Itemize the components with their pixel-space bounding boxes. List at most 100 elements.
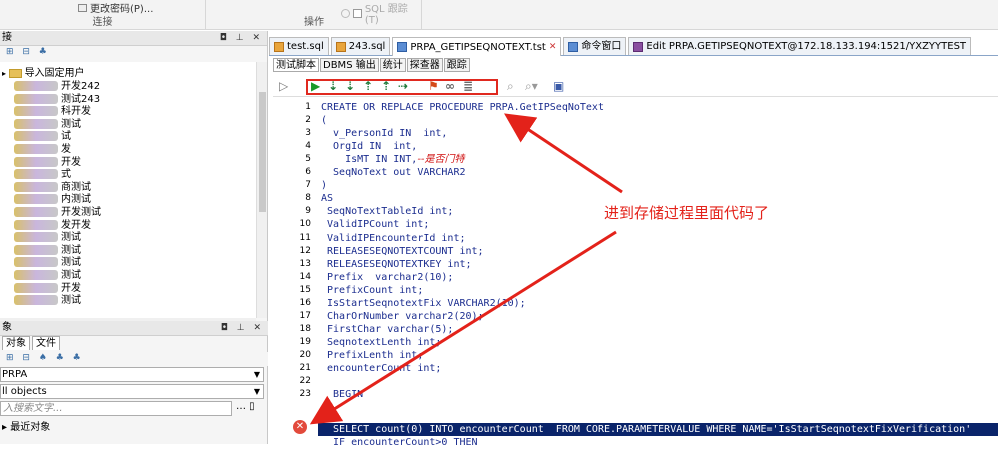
connections-toolbar[interactable]: ⊞ ⊟ ♣ bbox=[0, 46, 267, 60]
code-line[interactable]: PrefixCount int; bbox=[321, 284, 423, 297]
code-line[interactable]: AS bbox=[321, 192, 333, 205]
object-toolbar[interactable]: ⊞ ⊟ ♠ ♣ ♣ bbox=[0, 352, 268, 366]
code-line[interactable]: ValidIPCount int; bbox=[321, 218, 429, 231]
tab-test-sql[interactable]: test.sql bbox=[269, 37, 329, 55]
code-line[interactable]: CharOrNumber varchar2(20); bbox=[321, 310, 484, 323]
tree-item-label: 式 bbox=[61, 169, 71, 181]
tree-item-label: 测试 bbox=[61, 270, 81, 281]
code-line[interactable]: ( bbox=[321, 114, 327, 127]
subtab-profiler[interactable]: 探查器 bbox=[406, 58, 443, 72]
tree-item-label: 开发 bbox=[61, 156, 81, 168]
code-line[interactable]: ) bbox=[321, 179, 327, 192]
tree-item-label: 内测试 bbox=[61, 194, 91, 206]
code-text: FirstChar varchar(5); bbox=[321, 323, 454, 335]
save-icon[interactable]: ▣ bbox=[553, 80, 564, 92]
error-marker-icon[interactable]: ✕ bbox=[293, 420, 307, 434]
tree-item[interactable]: 发开发 bbox=[14, 219, 91, 232]
dropdown-arrow-icon: ▼ bbox=[253, 387, 260, 396]
tree-root[interactable]: ▸ 导入固定用户 bbox=[2, 68, 85, 80]
tree-item[interactable]: 试 bbox=[14, 131, 71, 143]
tab-243-sql[interactable]: 243.sql bbox=[330, 37, 391, 55]
tab-objects[interactable]: 对象 bbox=[2, 336, 30, 350]
code-line[interactable]: ValidIPEncounterId int; bbox=[321, 232, 465, 245]
subtab-statistics[interactable]: 统计 bbox=[379, 58, 406, 72]
line-number-gutter: 1 2 3 4 5 6 7 8 9 10 11 12 13 14 15 16 17 18 19 20 21 22 23 ✕ bbox=[273, 99, 317, 444]
search-input[interactable]: 入搜索文字... bbox=[0, 401, 232, 416]
toggle-breakpoint-icon[interactable]: ⚑ bbox=[428, 80, 439, 92]
line-number: 6 bbox=[305, 167, 311, 178]
code-text: encounterCount int; bbox=[321, 363, 442, 374]
start-debug-icon[interactable]: ▶ bbox=[311, 80, 320, 92]
code-line[interactable]: encounterCount int; bbox=[321, 362, 441, 375]
tree-item[interactable]: 测试243 bbox=[14, 93, 100, 106]
object-filter-select[interactable]: ll objects ▼ bbox=[0, 384, 264, 399]
more-icon[interactable]: … ▯ bbox=[236, 401, 255, 416]
tab-edit-procedure[interactable]: Edit PRPA.GETIPSEQNOTEXT@172.18.133.194:… bbox=[628, 37, 972, 55]
code-line[interactable]: SeqnotextLenth int; bbox=[321, 336, 441, 349]
tab-command-window[interactable]: 命令窗口 bbox=[563, 37, 627, 55]
code-line[interactable]: SeqNoTextTableId int; bbox=[321, 205, 453, 218]
tree-item[interactable]: 测试 bbox=[14, 118, 81, 131]
code-line[interactable]: RELEASESEQNOTEXTKEY int; bbox=[321, 258, 472, 271]
tree-item[interactable]: 商测试 bbox=[14, 181, 91, 194]
schema-select[interactable]: PRPA ▼ bbox=[0, 367, 264, 382]
step-out-icon[interactable]: ⇡ bbox=[381, 80, 391, 92]
cursor-icon[interactable]: ▷ bbox=[279, 80, 288, 92]
code-editor[interactable]: CREATE OR REPLACE PROCEDURE PRPA.GetIPSe… bbox=[318, 99, 998, 448]
find-icon[interactable]: ⌕ bbox=[507, 80, 514, 92]
code-line[interactable]: IsStartSeqnotextFix VARCHAR2(10); bbox=[321, 297, 526, 310]
step-over-icon[interactable]: ⇡ bbox=[363, 80, 373, 92]
tab-files[interactable]: 文件 bbox=[32, 336, 60, 350]
code-line[interactable]: SeqNoText out VARCHAR2 bbox=[321, 166, 465, 179]
code-line[interactable]: OrgId IN int, bbox=[321, 140, 417, 153]
code-line[interactable]: IF encounterCount>0 THEN bbox=[321, 436, 478, 449]
tree-item[interactable]: 发 bbox=[14, 144, 71, 156]
tree-item[interactable]: 测试 bbox=[14, 257, 81, 269]
object-panel-title: 象 ◘ ⊥ ✕ bbox=[0, 321, 268, 336]
tree-item[interactable]: 测试 bbox=[14, 270, 81, 282]
panel-pin-close-icons[interactable]: ◘ ⊥ ✕ bbox=[221, 321, 264, 335]
tree-item[interactable]: 开发测试 bbox=[14, 207, 101, 219]
panel-pin-close-icons[interactable]: ◘ ⊥ ✕ bbox=[220, 31, 263, 45]
code-line[interactable]: IsMT IN INT,--是否门特 bbox=[321, 153, 465, 166]
current-statement-line[interactable]: SELECT count(0) INTO encounterCount FROM… bbox=[318, 423, 998, 436]
zoom-icon[interactable]: ⌕▾ bbox=[525, 80, 538, 92]
tree-item[interactable]: 测试 bbox=[14, 244, 81, 257]
tree-item[interactable]: 测试 bbox=[14, 232, 81, 244]
blurred-connection-icon bbox=[14, 270, 58, 280]
code-line[interactable]: CREATE OR REPLACE PROCEDURE PRPA.GetIPSe… bbox=[321, 101, 604, 114]
tree-item[interactable]: 开发 bbox=[14, 282, 81, 295]
close-icon[interactable]: ✕ bbox=[549, 39, 557, 56]
watch-icon[interactable]: ∞ bbox=[445, 80, 455, 92]
tree-item[interactable]: 开发242 bbox=[14, 81, 100, 93]
subtab-trace[interactable]: 跟踪 bbox=[443, 58, 470, 72]
blurred-connection-icon bbox=[14, 219, 58, 230]
recent-objects-node[interactable]: ▸ 最近对象 bbox=[0, 418, 268, 433]
blurred-connection-icon bbox=[14, 118, 58, 129]
tree-scrollbar[interactable] bbox=[256, 62, 267, 318]
tab-test-script[interactable]: PRPA_GETIPSEQNOTEXT.tst ✕ bbox=[392, 37, 562, 56]
subtab-dbms-output[interactable]: DBMS 输出 bbox=[320, 58, 379, 72]
tree-item-label: 开发测试 bbox=[61, 207, 101, 218]
tree-item[interactable]: 测试 bbox=[14, 295, 81, 307]
subtab-test-script[interactable]: 测试脚本 bbox=[273, 58, 319, 72]
code-line[interactable]: BEGIN bbox=[321, 388, 363, 401]
tree-item[interactable]: 式 bbox=[14, 169, 71, 181]
run-icon[interactable]: ⇣ bbox=[328, 80, 338, 92]
run-to-exception-icon[interactable]: ⇢ bbox=[398, 80, 408, 92]
list-icon[interactable]: ≣ bbox=[463, 80, 473, 92]
code-line[interactable]: RELEASESEQNOTEXTCOUNT int; bbox=[321, 245, 484, 258]
connection-tree[interactable]: ▸ 导入固定用户 开发242 测试243 科开发 测试试发开发式商测试 内测试 开发测试发… bbox=[0, 62, 256, 318]
code-line[interactable]: Prefix varchar2(10); bbox=[321, 271, 453, 284]
line-number: 7 bbox=[305, 180, 311, 191]
tree-item[interactable]: 科开发 bbox=[14, 106, 91, 118]
line-number: 14 bbox=[299, 271, 311, 282]
tree-item[interactable]: 内测试 bbox=[14, 194, 91, 206]
code-line[interactable]: PrefixLenth int; bbox=[321, 349, 423, 362]
step-into-icon[interactable]: ⇣ bbox=[345, 80, 355, 92]
code-line[interactable]: FirstChar varchar(5); bbox=[321, 323, 453, 336]
code-comment: --是否门特 bbox=[417, 154, 465, 166]
scrollbar-thumb[interactable] bbox=[259, 92, 266, 212]
tree-item[interactable]: 开发 bbox=[14, 156, 81, 169]
code-line[interactable]: v_PersonId IN int, bbox=[321, 127, 447, 140]
